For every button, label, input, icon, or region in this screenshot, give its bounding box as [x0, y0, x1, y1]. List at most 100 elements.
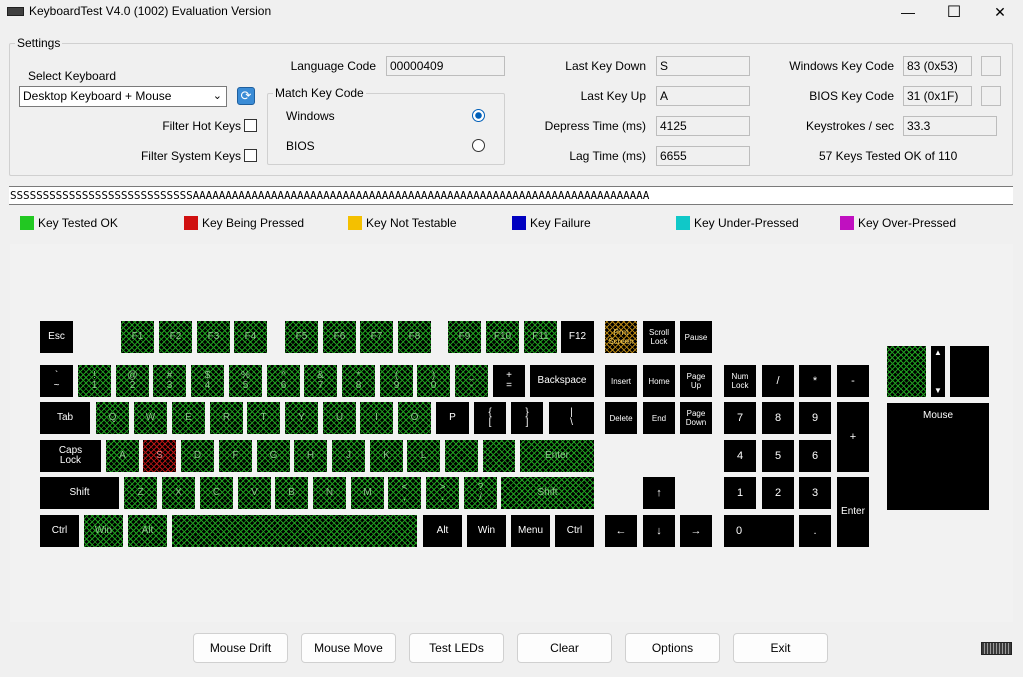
settings-title: Settings — [15, 36, 63, 50]
legend-label-failure: Key Failure — [530, 216, 591, 230]
bios-radio[interactable] — [472, 139, 485, 152]
key-x: X — [162, 477, 195, 509]
key-num-3: 3 — [799, 477, 831, 509]
key-right-shift: Shift — [501, 477, 594, 509]
keystrokes-field: 33.3 — [903, 116, 997, 136]
key-num-enter: Enter — [837, 477, 869, 547]
key-num-divide: / — [762, 365, 794, 397]
filter-hot-keys-checkbox[interactable] — [244, 119, 257, 132]
clear-button[interactable]: Clear — [517, 633, 612, 663]
language-code-label: Language Code — [290, 59, 376, 73]
key-num-7: 7 — [724, 402, 756, 434]
key-right-alt: Alt — [423, 515, 462, 547]
key-f3: F3 — [197, 321, 230, 353]
key-enter: Enter — [520, 440, 594, 472]
key-s: S — [143, 440, 176, 472]
close-button[interactable]: ✕ — [977, 0, 1023, 24]
key-left-ctrl: Ctrl — [40, 515, 79, 547]
legend-swatch-under-pressed — [676, 216, 690, 230]
chevron-down-icon: ⌄ — [212, 90, 222, 102]
options-button[interactable]: Options — [625, 633, 720, 663]
key-5: % 5 — [229, 365, 262, 397]
filter-system-keys-checkbox[interactable] — [244, 149, 257, 162]
key-left-alt: Alt — [128, 515, 167, 547]
key-comma: < , — [388, 477, 421, 509]
match-key-code-group — [267, 93, 505, 165]
key-e: E — [172, 402, 205, 434]
windows-key-code-indicator — [981, 56, 1001, 76]
keys-tested-summary: 57 Keys Tested OK of 110 — [819, 149, 958, 163]
mouse-wheel: ▲ ▼ — [931, 346, 945, 397]
mouse-drift-button[interactable]: Mouse Drift — [193, 633, 288, 663]
key-p: P — [436, 402, 469, 434]
key-f2: F2 — [159, 321, 192, 353]
key-3: # 3 — [153, 365, 186, 397]
test-leds-button[interactable]: Test LEDs — [409, 633, 504, 663]
mouse-move-button[interactable]: Mouse Move — [301, 633, 396, 663]
key-f9: F9 — [448, 321, 481, 353]
windows-radio[interactable] — [472, 109, 485, 122]
keyboard-select[interactable]: Desktop Keyboard + Mouse ⌄ — [19, 86, 227, 107]
minimize-button[interactable]: — — [885, 0, 931, 24]
legend-swatch-over-pressed — [840, 216, 854, 230]
keystroke-stream: SSSSSSSSSSSSSSSSSSSSSSSSSSSSAAAAAAAAAAAA… — [9, 186, 1013, 205]
mouse-left-button — [887, 346, 926, 397]
key-1: ! 1 — [78, 365, 111, 397]
window-title: KeyboardTest V4.0 (1002) Evaluation Vers… — [29, 4, 272, 18]
filter-hot-keys-label: Filter Hot Keys — [162, 119, 241, 133]
key-space — [172, 515, 417, 547]
key-d: D — [181, 440, 214, 472]
key-insert: Insert — [605, 365, 637, 397]
legend-swatch-not-testable — [348, 216, 362, 230]
key-f11: F11 — [524, 321, 557, 353]
key-f8: F8 — [398, 321, 431, 353]
key-q: Q — [96, 402, 129, 434]
key-right-win: Win — [467, 515, 506, 547]
key-f: F — [219, 440, 252, 472]
key-o: O — [398, 402, 431, 434]
key-u: U — [323, 402, 356, 434]
key-esc: Esc — [40, 321, 73, 353]
maximize-button[interactable]: ☐ — [931, 0, 977, 24]
legend-label-pressed: Key Being Pressed — [202, 216, 305, 230]
key-f5: F5 — [285, 321, 318, 353]
key-left-bracket: { [ — [474, 402, 506, 434]
key-9: ( 9 — [380, 365, 413, 397]
legend-label-not-testable: Key Not Testable — [366, 216, 457, 230]
match-key-code-title: Match Key Code — [273, 86, 366, 100]
legend-label-ok: Key Tested OK — [38, 216, 118, 230]
key-a: A — [106, 440, 139, 472]
wheel-up-icon: ▲ — [934, 348, 942, 357]
key-backtick: ` ~ — [40, 365, 73, 397]
key-num-decimal: . — [799, 515, 831, 547]
last-key-up-field: A — [656, 86, 750, 106]
key-num-6: 6 — [799, 440, 831, 472]
key-num-4: 4 — [724, 440, 756, 472]
key-page-down: Page Down — [680, 402, 712, 434]
windows-radio-label: Windows — [286, 109, 335, 123]
key-4: $ 4 — [191, 365, 224, 397]
key-print-screen: Prnt Screen — [605, 321, 637, 353]
key-j: J — [332, 440, 365, 472]
key-f7: F7 — [360, 321, 393, 353]
key-2: @ 2 — [116, 365, 149, 397]
filter-system-keys-label: Filter System Keys — [140, 149, 241, 163]
key-caps-lock: Caps Lock — [40, 440, 101, 472]
keystrokes-label: Keystrokes / sec — [805, 119, 894, 133]
key-backspace: Backspace — [530, 365, 594, 397]
exit-button[interactable]: Exit — [733, 633, 828, 663]
key-num-9: 9 — [799, 402, 831, 434]
key-left-shift: Shift — [40, 477, 119, 509]
key-t: T — [247, 402, 280, 434]
refresh-icon[interactable]: ⟳ — [237, 87, 255, 105]
key-arrow-left: ← — [605, 515, 637, 547]
key-z: Z — [124, 477, 157, 509]
key-period: > . — [426, 477, 459, 509]
key-c: C — [200, 477, 233, 509]
key-equal: + = — [493, 365, 525, 397]
key-num-8: 8 — [762, 402, 794, 434]
key-backslash: | \ — [549, 402, 594, 434]
key-num-0: 0 — [724, 515, 794, 547]
key-7: & 7 — [304, 365, 337, 397]
key-quote — [483, 440, 515, 472]
